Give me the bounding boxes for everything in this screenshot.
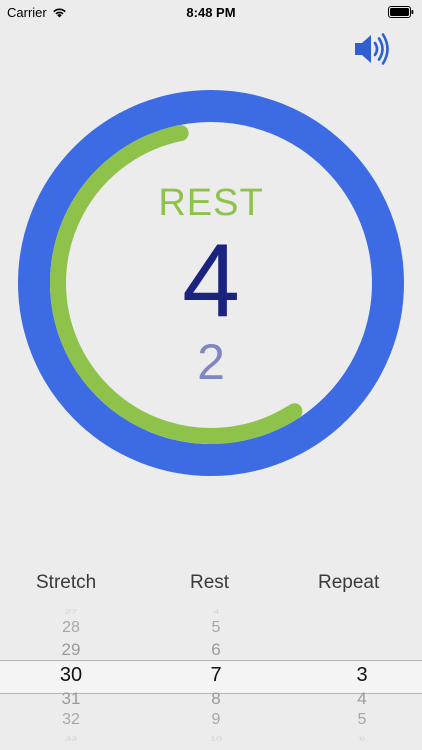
countdown-value: 4	[182, 223, 240, 339]
repeat-header: Repeat	[318, 572, 380, 593]
stretch-picker-column[interactable]: 27 28 29 30 31 32 33	[21, 606, 121, 750]
picker-row: 31	[61, 689, 81, 708]
picker-row: 6	[211, 640, 221, 659]
status-bar: Carrier 8:48 PM	[0, 0, 422, 24]
picker-row: 8	[211, 689, 221, 708]
picker-row: 9	[211, 711, 221, 728]
stretch-header: Stretch	[36, 572, 97, 593]
picker-row: 33	[64, 736, 78, 742]
picker-row: 6	[358, 736, 366, 742]
rest-header: Rest	[190, 572, 230, 593]
picker-row: 4	[212, 609, 220, 615]
picker-row: 28	[62, 619, 80, 636]
picker-row: 4	[357, 689, 367, 708]
picker-row-selected: 7	[210, 664, 222, 686]
repetition-count: 2	[197, 334, 225, 390]
rest-picker-column[interactable]: 4 5 6 7 8 9 10	[166, 606, 266, 750]
picker-row-selected: 30	[59, 664, 83, 686]
picker-row: 29	[61, 640, 81, 659]
sound-toggle-button[interactable]	[352, 31, 392, 67]
picker-headers: Stretch Rest Repeat	[0, 572, 422, 602]
duration-picker: 27 28 29 30 31 32 33 4 5 6 7 8 9 10 3 4 …	[0, 606, 422, 750]
speaker-volume-icon	[355, 33, 389, 65]
picker-row: 32	[62, 711, 80, 728]
status-time: 8:48 PM	[186, 5, 236, 20]
battery-icon	[388, 6, 414, 18]
picker-row: 5	[211, 619, 221, 636]
picker-row: 10	[209, 736, 223, 742]
timer-ring: REST 4 2	[18, 90, 404, 476]
phase-label: REST	[158, 182, 264, 224]
picker-row-selected: 3	[356, 664, 368, 686]
repeat-picker-column[interactable]: 3 4 5 6	[312, 606, 412, 750]
picker-row: 5	[357, 711, 367, 728]
picker-row: 27	[64, 609, 78, 615]
